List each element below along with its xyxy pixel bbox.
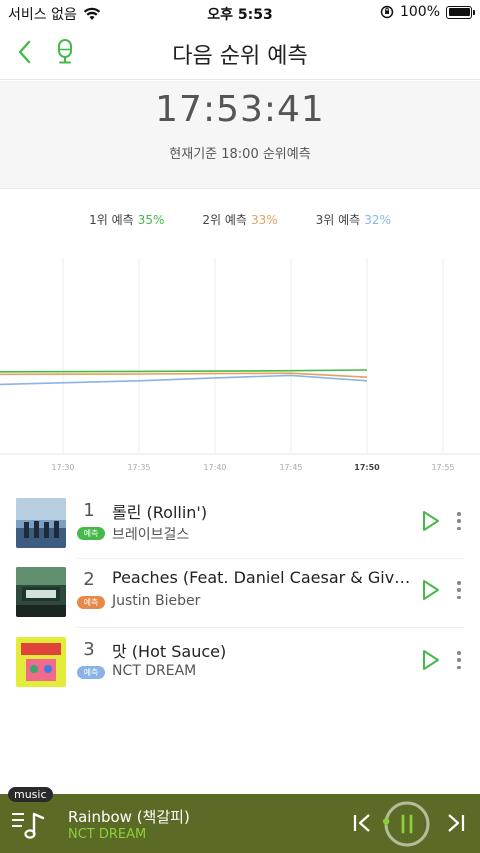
chart-tick-label: 17:30 [51, 463, 74, 472]
chart-tick-label: 17:35 [127, 463, 150, 472]
chart-series-line [0, 369, 368, 373]
chart-tick-label: 17:40 [203, 463, 226, 472]
battery-icon [446, 5, 475, 19]
next-icon[interactable] [444, 811, 466, 835]
rank-number: 1 [83, 500, 95, 521]
more-icon[interactable] [452, 648, 466, 672]
music-tag: music [8, 787, 53, 802]
list-item[interactable]: 1 롤린 (Rollin') 예측 브레이브걸스 [0, 489, 480, 559]
prediction-badge: 예측 [77, 666, 105, 679]
legend-label: 3위 예측 [315, 213, 361, 227]
rank-number: 3 [83, 639, 95, 660]
now-playing-title: Rainbow (책갈피) [68, 808, 190, 826]
play-icon[interactable] [420, 509, 442, 533]
legend-item-3: 3위 예측 32% [316, 211, 391, 228]
artist-name: 브레이브걸스 [112, 527, 190, 543]
artist-name: NCT DREAM [112, 663, 197, 679]
prediction-badge: 예측 [77, 596, 105, 609]
rank-number: 2 [83, 569, 95, 590]
current-time: 17:53:41 [155, 89, 325, 130]
page-title: 다음 순위 예측 [172, 44, 308, 69]
play-icon[interactable] [420, 578, 442, 602]
chart-tick-label: 17:45 [279, 463, 302, 472]
more-icon[interactable] [452, 509, 466, 533]
legend-pct: 35% [137, 213, 165, 227]
album-art [16, 567, 66, 617]
artist-name: Justin Bieber [112, 593, 201, 609]
list-item[interactable]: 3 맛 (Hot Sauce) 예측 NCT DREAM [0, 628, 480, 698]
playlist-icon[interactable] [10, 806, 48, 840]
orientation-lock-icon [380, 5, 394, 19]
status-right: 100% [380, 4, 475, 20]
legend-pct: 33% [250, 213, 278, 227]
album-art [16, 498, 66, 548]
legend-label: 2위 예측 [202, 213, 247, 227]
chart-series-line [0, 374, 368, 386]
more-icon[interactable] [452, 578, 466, 602]
prediction-chart: 17:30 17:35 17:40 17:45 17:50 17:55 [0, 258, 480, 472]
status-bar: 서비스 없음 오후 5:53 100% [0, 0, 480, 24]
album-art [16, 637, 66, 687]
song-title: 맛 (Hot Sauce) [112, 642, 227, 661]
header: 다음 순위 예측 [0, 24, 480, 80]
legend-label: 1위 예측 [89, 213, 134, 227]
prediction-badge: 예측 [77, 527, 105, 540]
song-title: Peaches (Feat. Daniel Caesar & Giveon) [112, 568, 412, 587]
legend-pct: 32% [364, 213, 391, 227]
legend-item-2: 2위 예측 33% [202, 211, 277, 228]
prediction-basis: 현재기준 18:00 순위예측 [169, 147, 311, 162]
now-playing-artist: NCT DREAM [68, 827, 147, 842]
chart-tick-label: 17:50 [354, 463, 380, 472]
legend-item-1: 1위 예측 35% [89, 211, 164, 228]
play-icon[interactable] [420, 648, 442, 672]
list-item[interactable]: 2 Peaches (Feat. Daniel Caesar & Giveon)… [0, 558, 480, 628]
battery-percent: 100% [399, 4, 440, 20]
previous-icon[interactable] [352, 811, 374, 835]
song-title: 롤린 (Rollin') [112, 503, 208, 522]
mini-player[interactable]: Rainbow (책갈피) NCT DREAM [0, 794, 480, 853]
time-block: 17:53:41 현재기준 18:00 순위예측 [0, 81, 480, 189]
pause-icon[interactable] [382, 799, 432, 849]
legend: 1위 예측 35% 2위 예측 33% 3위 예측 32% [0, 211, 480, 228]
chart-tick-label: 17:55 [431, 463, 454, 472]
